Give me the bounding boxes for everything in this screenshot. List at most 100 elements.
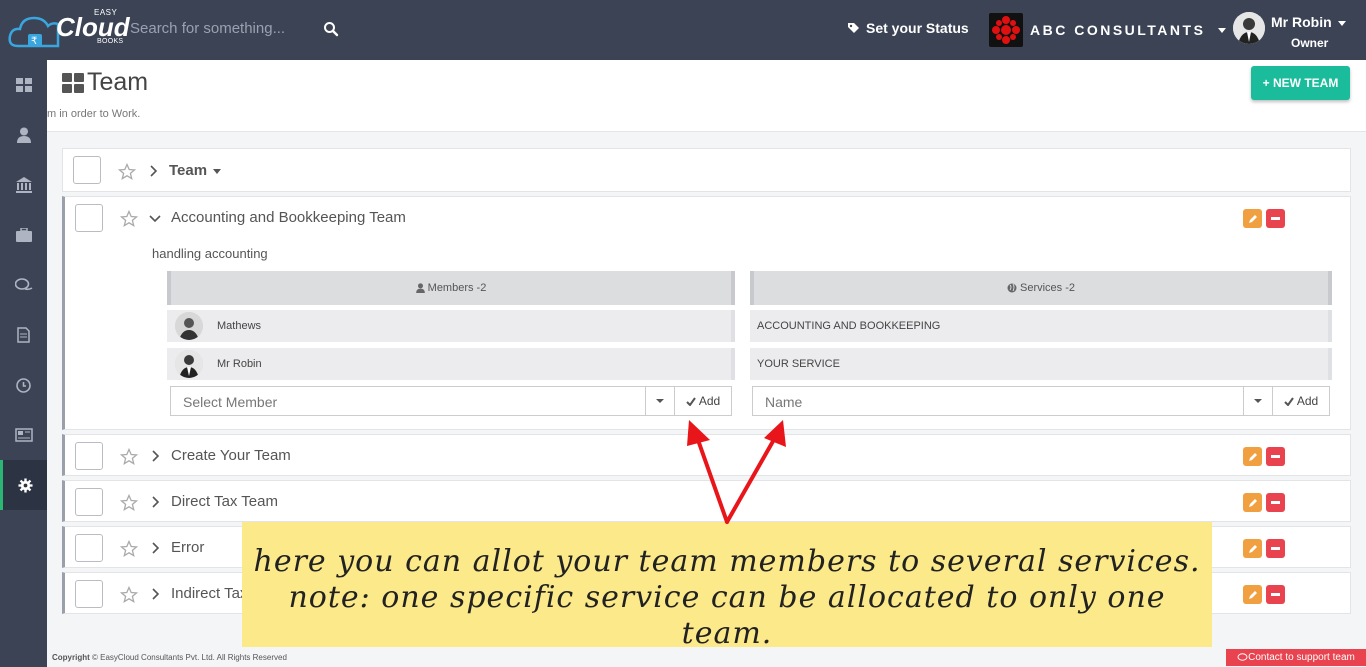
sort-header[interactable]: Team [169,162,222,179]
services-header: Services -2 [750,271,1332,305]
edit-button[interactable] [1243,585,1262,604]
member-dropdown-toggle[interactable] [645,387,673,415]
avatar [175,312,203,340]
chevron-right-icon[interactable] [149,450,161,462]
sidebar-item-news[interactable] [0,410,47,460]
edit-button[interactable] [1243,447,1262,466]
chevron-down-icon[interactable] [149,212,161,224]
new-team-button[interactable]: + NEW TEAM [1251,66,1350,100]
chevron-right-icon[interactable] [149,496,161,508]
user-role: Owner [1291,36,1329,50]
set-status-button[interactable]: Set your Status [847,20,969,36]
document-icon [17,327,30,343]
delete-button[interactable] [1266,585,1285,604]
delete-button[interactable] [1266,209,1285,228]
contact-support-button[interactable]: Contact to support team [1226,649,1366,666]
service-select[interactable]: Name Add [752,386,1330,416]
caret-down-icon [213,168,222,174]
company-name: ABC CONSULTANTS [1030,22,1206,38]
member-item: Mr Robin [167,348,735,380]
chevron-right-icon[interactable] [149,588,161,600]
easycloud-logo[interactable]: ₹ EASY Cloud BOOKS [8,6,130,54]
service-select-placeholder: Name [765,394,803,410]
team-row[interactable]: Direct Tax Team [62,480,1351,522]
star-icon[interactable] [120,210,138,228]
check-icon [686,396,696,406]
search-icon[interactable] [323,21,339,37]
sidebar-item-dashboard[interactable] [0,60,47,110]
company-switcher[interactable]: ABC CONSULTANTS [989,13,1227,47]
sidebar [0,60,47,667]
pencil-icon [1248,544,1257,553]
edit-button[interactable] [1243,493,1262,512]
star-icon[interactable] [120,448,138,466]
service-item: ACCOUNTING AND BOOKKEEPING [750,310,1332,342]
member-name: Mathews [217,320,262,332]
member-select[interactable]: Select Member Add [170,386,732,416]
delete-button[interactable] [1266,493,1285,512]
service-dropdown-toggle[interactable] [1243,387,1271,415]
edit-button[interactable] [1243,209,1262,228]
row-checkbox[interactable] [75,204,103,232]
team-name[interactable]: Accounting and Bookkeeping Team [171,209,406,226]
add-member-button[interactable]: Add [674,387,731,415]
sidebar-item-documents[interactable] [0,310,47,360]
sidebar-item-briefcase[interactable] [0,210,47,260]
settings-icon [17,477,33,493]
sidebar-item-time[interactable] [0,360,47,410]
star-icon[interactable] [120,494,138,512]
add-service-button[interactable]: Add [1272,387,1329,415]
row-checkbox[interactable] [75,488,103,516]
row-checkbox[interactable] [75,534,103,562]
avatar [175,350,203,378]
chevron-down-icon [1218,27,1227,33]
newspaper-icon [14,428,33,442]
row-checkbox[interactable] [75,580,103,608]
sidebar-item-bank[interactable] [0,160,47,210]
pencil-icon [1248,590,1257,599]
minus-icon [1271,501,1280,504]
pencil-icon [1248,452,1257,461]
company-logo-icon [989,13,1023,47]
sidebar-item-settings[interactable] [0,460,47,510]
sidebar-item-users[interactable] [0,110,47,160]
team-name[interactable]: Error [171,539,204,556]
user-icon [415,283,425,293]
service-item: YOUR SERVICE [750,348,1332,380]
sidebar-item-chat[interactable] [0,260,47,310]
team-name[interactable]: Create Your Team [171,447,291,464]
chat-icon [1237,653,1248,661]
tag-icon [848,22,859,33]
search-input[interactable]: Search for something... [130,20,350,42]
chevron-down-icon [1337,20,1346,26]
page-title: Team [87,68,149,96]
star-icon[interactable] [120,586,138,604]
annotation-note: here you can allot your team members to … [242,522,1212,651]
star-icon[interactable] [120,540,138,558]
user-menu[interactable]: Mr Robin Owner [1233,10,1363,52]
star-icon[interactable] [118,163,136,181]
team-row-expanded[interactable]: Accounting and Bookkeeping Team handling… [62,196,1351,430]
user-name: Mr Robin [1271,14,1346,30]
select-all-checkbox[interactable] [73,156,101,184]
chat-icon [14,278,32,291]
avatar [1233,12,1265,44]
check-icon [1284,396,1294,406]
bank-icon [15,177,32,193]
members-header: Members -2 [167,271,735,305]
chevron-right-icon[interactable] [149,542,161,554]
copyright-text: Copyright © EasyCloud Consultants Pvt. L… [52,653,287,662]
team-name[interactable]: Direct Tax Team [171,493,278,510]
page-subtitle: m in order to Work. [47,108,141,120]
status-label: Set your Status [866,20,969,36]
clock-icon [16,377,31,393]
edit-button[interactable] [1243,539,1262,558]
team-row[interactable]: Create Your Team [62,434,1351,476]
delete-button[interactable] [1266,539,1285,558]
chevron-right-icon[interactable] [147,165,159,177]
logo-books-text: BOOKS [97,38,124,45]
delete-button[interactable] [1266,447,1285,466]
row-checkbox[interactable] [75,442,103,470]
pencil-icon [1248,498,1257,507]
page-header: Team m in order to Work. + NEW TEAM [47,60,1366,132]
